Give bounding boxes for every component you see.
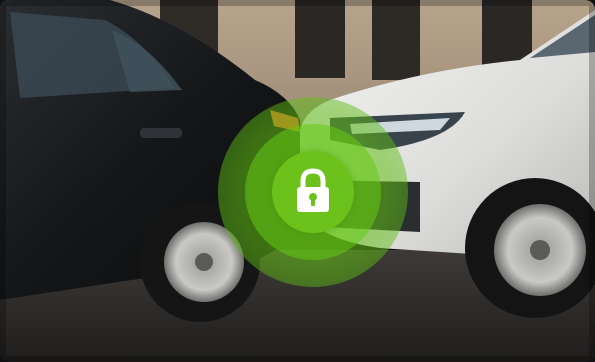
window — [372, 0, 420, 80]
white-car-hub — [530, 240, 550, 260]
black-car-door-handle — [140, 128, 182, 138]
padlock-icon — [297, 168, 329, 212]
window — [295, 0, 345, 78]
lock-badge — [272, 151, 354, 233]
photo-scene — [0, 0, 595, 362]
lock-badge-ring — [245, 124, 381, 260]
black-car-hub — [195, 253, 213, 271]
lock-badge-glow — [218, 97, 408, 287]
